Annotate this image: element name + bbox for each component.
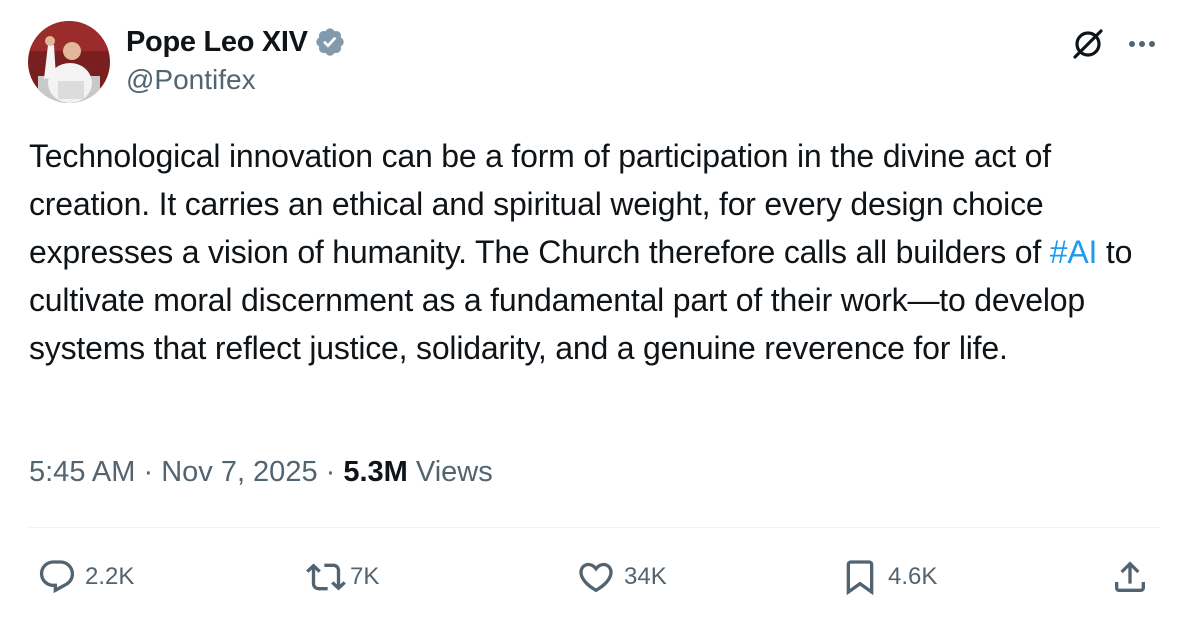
reply-button[interactable]: 2.2K <box>37 557 134 597</box>
author-name-row: Pope Leo XIV <box>126 22 346 62</box>
like-icon <box>579 562 613 593</box>
avatar[interactable] <box>28 21 110 103</box>
bookmark-button[interactable]: 4.6K <box>840 557 937 597</box>
meta-separator: · <box>317 456 344 488</box>
avatar-image <box>28 21 110 103</box>
bookmark-count: 4.6K <box>888 563 938 590</box>
repost-count: 7K <box>350 563 380 590</box>
author-display-name[interactable]: Pope Leo XIV <box>126 26 308 59</box>
more-icon[interactable] <box>1122 26 1162 62</box>
tweet-text-part-1: Technological innovation can be a form o… <box>29 138 1051 270</box>
share-icon <box>1115 561 1145 592</box>
like-count: 34K <box>624 563 667 590</box>
tweet-meta: 5:45 AM · Nov 7, 2025 · 5.3M Views <box>29 452 493 492</box>
hashtag-link[interactable]: #AI <box>1050 234 1098 270</box>
verified-badge-icon[interactable] <box>314 26 346 58</box>
views-label: Views <box>415 456 493 488</box>
grok-icon[interactable] <box>1068 24 1108 64</box>
meta-separator: · <box>135 456 162 488</box>
bookmark-icon <box>846 560 874 596</box>
repost-button[interactable]: 7K <box>306 557 379 597</box>
reply-count: 2.2K <box>85 563 135 590</box>
author-handle[interactable]: @Pontifex <box>126 64 256 96</box>
like-button[interactable]: 34K <box>576 557 667 597</box>
divider <box>29 527 1160 528</box>
tweet-text: Technological innovation can be a form o… <box>29 132 1164 372</box>
views-count[interactable]: 5.3M <box>343 456 407 488</box>
tweet-time[interactable]: 5:45 AM <box>29 456 135 488</box>
tweet-date[interactable]: Nov 7, 2025 <box>161 456 317 488</box>
share-button[interactable] <box>1110 557 1150 597</box>
reply-icon <box>39 560 75 594</box>
repost-icon <box>306 563 346 591</box>
